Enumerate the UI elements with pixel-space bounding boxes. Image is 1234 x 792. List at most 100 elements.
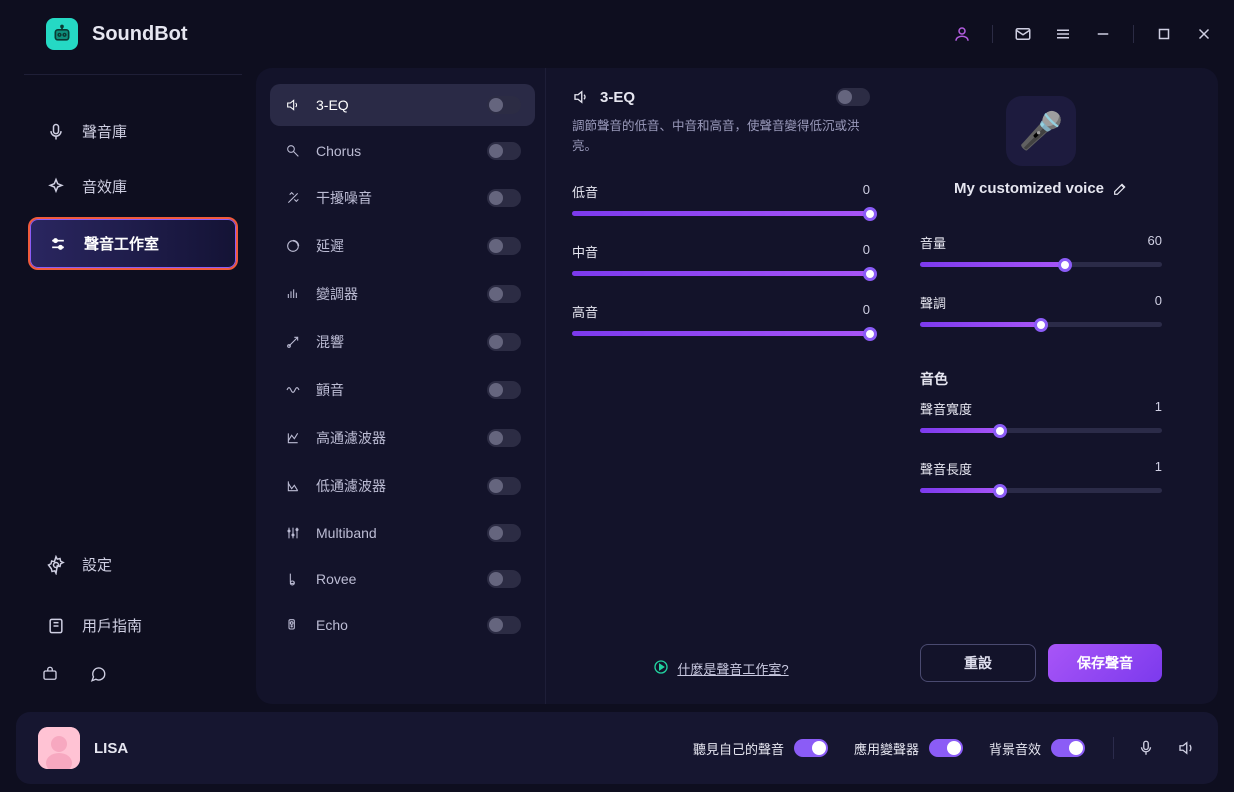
user-avatar[interactable]	[38, 727, 80, 769]
sidebar-item-label: 聲音庫	[82, 121, 127, 142]
slider-label: 中音	[572, 242, 598, 261]
app-logo	[46, 18, 78, 50]
toolbox-icon[interactable]	[40, 664, 60, 684]
book-icon	[46, 616, 66, 636]
effect-row[interactable]: Chorus	[270, 130, 535, 172]
divider	[992, 25, 993, 43]
eq-slider[interactable]	[572, 331, 870, 336]
slider-label: 高音	[572, 302, 598, 321]
effect-toggle[interactable]	[487, 570, 521, 588]
sidebar-item-label: 設定	[82, 554, 112, 575]
length-slider[interactable]	[920, 488, 1162, 493]
detail-title: 3-EQ	[600, 89, 826, 106]
eq-slider[interactable]	[572, 211, 870, 216]
eq-icon	[284, 97, 302, 113]
effect-row[interactable]: 高通濾波器	[270, 416, 535, 460]
width-value: 1	[1155, 399, 1162, 418]
effect-toggle[interactable]	[487, 285, 521, 303]
effect-toggle[interactable]	[487, 429, 521, 447]
effect-label: 混響	[316, 332, 473, 352]
chorus-icon	[284, 143, 302, 159]
effect-row[interactable]: Rovee	[270, 558, 535, 600]
reverb-icon	[284, 334, 302, 350]
effect-label: 顫音	[316, 380, 473, 400]
effect-row[interactable]: Echo	[270, 604, 535, 646]
save-voice-button[interactable]: 保存聲音	[1048, 644, 1162, 682]
close-button[interactable]	[1194, 24, 1214, 44]
width-label: 聲音寬度	[920, 399, 972, 418]
effect-toggle[interactable]	[487, 477, 521, 495]
sidebar-item-voice-studio[interactable]: 聲音工作室	[28, 217, 238, 270]
footer-toggle[interactable]	[794, 739, 828, 757]
effect-label: Rovee	[316, 571, 473, 587]
chat-icon[interactable]	[88, 664, 108, 684]
sidebar-item-label: 聲音工作室	[84, 233, 159, 254]
maximize-button[interactable]	[1154, 24, 1174, 44]
effect-row[interactable]: 干擾噪音	[270, 176, 535, 220]
effect-toggle[interactable]	[487, 96, 521, 114]
width-slider[interactable]	[920, 428, 1162, 433]
mic-icon[interactable]	[1136, 738, 1156, 758]
footer-toggle[interactable]	[929, 739, 963, 757]
minimize-button[interactable]	[1093, 24, 1113, 44]
speaker-output-icon[interactable]	[1176, 738, 1196, 758]
pitch-icon	[284, 286, 302, 302]
volume-slider[interactable]	[920, 262, 1162, 267]
effect-label: Echo	[316, 617, 473, 633]
pitch-label: 聲調	[920, 293, 946, 312]
effect-row[interactable]: 混響	[270, 320, 535, 364]
effect-row[interactable]: 顫音	[270, 368, 535, 412]
speaker-icon	[572, 88, 590, 106]
effect-row[interactable]: Multiband	[270, 512, 535, 554]
divider	[1133, 25, 1134, 43]
sidebar-item-settings[interactable]: 設定	[28, 540, 238, 589]
effect-label: Chorus	[316, 143, 473, 159]
eq-slider[interactable]	[572, 271, 870, 276]
footer-toggle-label: 聽見自己的聲音	[693, 739, 784, 758]
sliders-icon	[48, 234, 68, 254]
effect-toggle[interactable]	[487, 524, 521, 542]
voice-name: My customized voice	[954, 180, 1104, 197]
app-name: SoundBot	[92, 23, 188, 46]
effect-label: 低通濾波器	[316, 476, 473, 496]
pitch-slider[interactable]	[920, 322, 1162, 327]
sidebar-item-voice-library[interactable]: 聲音庫	[28, 107, 238, 156]
effect-row[interactable]: 3-EQ	[270, 84, 535, 126]
effect-toggle[interactable]	[487, 381, 521, 399]
effect-toggle[interactable]	[487, 616, 521, 634]
menu-icon[interactable]	[1053, 24, 1073, 44]
footer-toggle[interactable]	[1051, 739, 1085, 757]
help-link[interactable]: 什麼是聲音工作室?	[677, 659, 788, 678]
detail-toggle[interactable]	[836, 88, 870, 106]
effect-row[interactable]: 低通濾波器	[270, 464, 535, 508]
slider-value: 0	[863, 242, 870, 261]
effect-label: 延遲	[316, 236, 473, 256]
footer-toggle-label: 應用變聲器	[854, 739, 919, 758]
tremolo-icon	[284, 382, 302, 398]
play-icon	[653, 659, 669, 678]
sidebar-item-guide[interactable]: 用戶指南	[28, 601, 238, 650]
timbre-section-title: 音色	[920, 369, 1162, 389]
effect-label: 高通濾波器	[316, 428, 473, 448]
microphone-icon	[46, 122, 66, 142]
sidebar-item-sound-library[interactable]: 音效庫	[28, 162, 238, 211]
voice-avatar: 🎤	[1006, 96, 1076, 166]
volume-label: 音量	[920, 233, 946, 252]
lpf-icon	[284, 478, 302, 494]
effect-row[interactable]: 延遲	[270, 224, 535, 268]
effect-toggle[interactable]	[487, 237, 521, 255]
sparkle-icon	[46, 177, 66, 197]
edit-icon[interactable]	[1112, 181, 1128, 197]
effects-list[interactable]: 3-EQ Chorus 干擾噪音 延遲 變調器 混響 顫音 高通濾波器 低通濾波…	[270, 82, 539, 672]
rovee-icon	[284, 571, 302, 587]
divider	[1113, 737, 1114, 759]
footer-toggle-label: 背景音效	[989, 739, 1041, 758]
effect-toggle[interactable]	[487, 142, 521, 160]
hpf-icon	[284, 430, 302, 446]
account-icon[interactable]	[952, 24, 972, 44]
reset-button[interactable]: 重設	[920, 644, 1036, 682]
effect-toggle[interactable]	[487, 189, 521, 207]
effect-row[interactable]: 變調器	[270, 272, 535, 316]
mail-icon[interactable]	[1013, 24, 1033, 44]
effect-toggle[interactable]	[487, 333, 521, 351]
